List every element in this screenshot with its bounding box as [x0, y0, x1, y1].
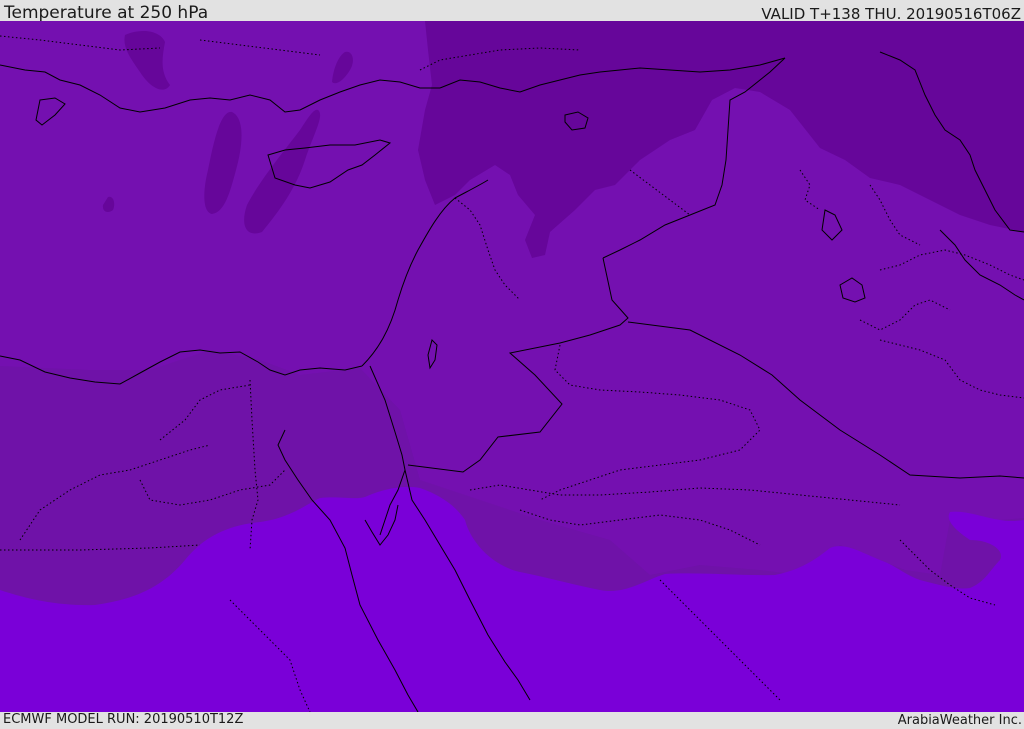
map-title: Temperature at 250 hPa [4, 3, 209, 23]
footer-bar: ECMWF MODEL RUN: 20190510T12Z ArabiaWeat… [0, 712, 1024, 729]
credit-label: ArabiaWeather Inc. [897, 713, 1022, 728]
model-run-label: ECMWF MODEL RUN: 20190510T12Z [3, 712, 244, 727]
map-canvas [0, 21, 1024, 712]
header-bar: Temperature at 250 hPa VALID T+138 THU. … [0, 0, 1024, 23]
weather-map[interactable] [0, 21, 1024, 712]
